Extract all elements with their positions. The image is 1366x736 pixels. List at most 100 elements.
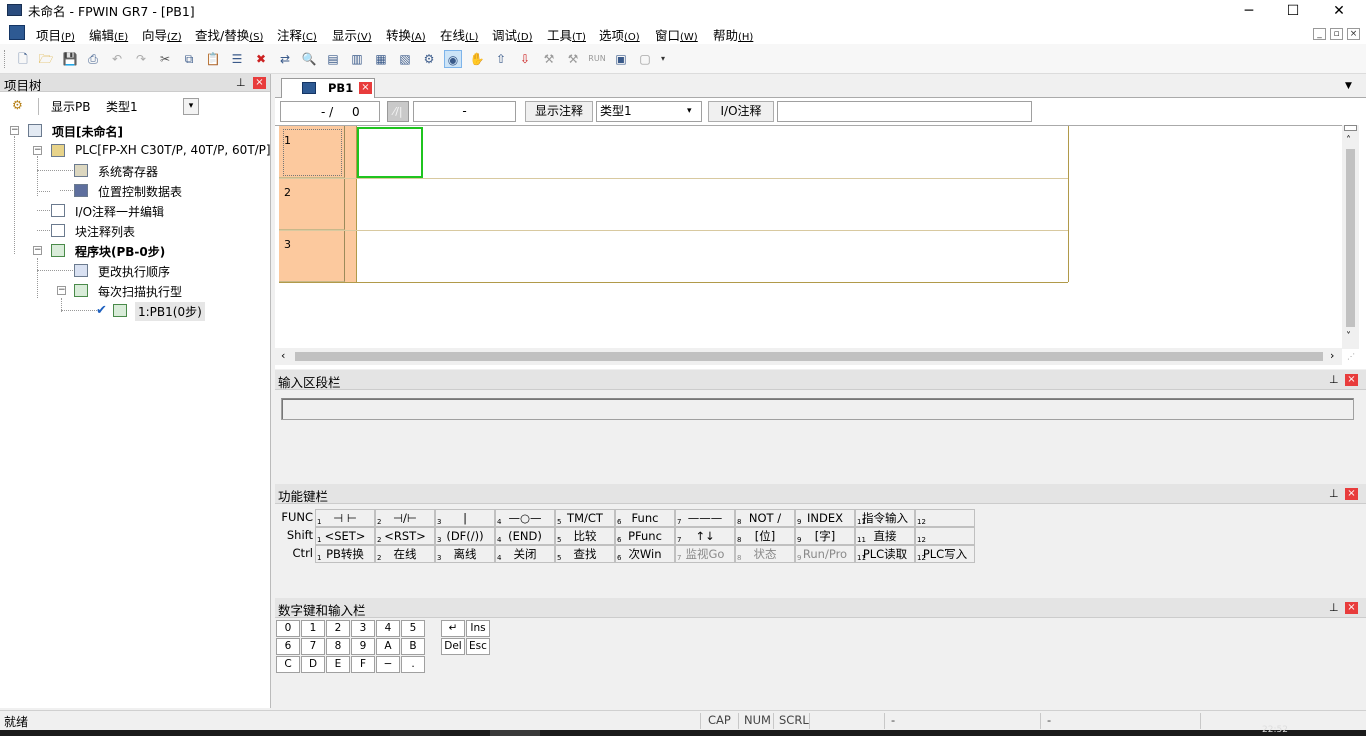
numeric-key[interactable]: 5 xyxy=(401,620,425,637)
close-icon[interactable]: × xyxy=(253,77,266,89)
function-key[interactable]: 12 xyxy=(915,527,975,545)
menu-find-replace[interactable]: 查找/替换(S) xyxy=(195,25,263,44)
tree-node-system-register[interactable]: 系统寄存器 xyxy=(98,163,158,180)
toolbar-overflow-icon[interactable]: ▾ xyxy=(658,50,668,68)
menu-edit[interactable]: 编辑(E) xyxy=(89,25,128,44)
function-key[interactable]: 4 关闭 xyxy=(495,545,555,563)
function-key[interactable]: 8 NOT / xyxy=(735,509,795,527)
screen-icon[interactable]: ▢ xyxy=(636,50,654,68)
menu-tools[interactable]: 工具(T) xyxy=(547,25,586,44)
tree-node-program-block[interactable]: 程序块(PB-0步) xyxy=(75,243,165,260)
print-icon[interactable]: ⎙ xyxy=(84,50,102,68)
redo-icon[interactable]: ↷ xyxy=(132,50,150,68)
close-icon[interactable]: × xyxy=(1345,602,1358,614)
vertical-scrollbar[interactable]: ˄ ˅ xyxy=(1342,125,1359,349)
document-icon[interactable] xyxy=(9,25,25,40)
tree-node-pb1[interactable]: 1:PB1(0步) xyxy=(135,302,205,321)
menu-project[interactable]: 项目(P) xyxy=(36,25,75,44)
delete-row-icon[interactable]: ✖ xyxy=(252,50,270,68)
run-icon[interactable]: RUN xyxy=(588,50,606,68)
menu-online[interactable]: 在线(L) xyxy=(440,25,478,44)
ladder-canvas[interactable]: 1 2 3 xyxy=(275,125,1342,349)
function-key[interactable]: 11 直接 xyxy=(855,527,915,545)
tab-dropdown-icon[interactable]: ▼ xyxy=(1345,81,1352,91)
function-key[interactable]: 9 [字] xyxy=(795,527,855,545)
function-key[interactable]: 9 Run/Pro xyxy=(795,545,855,563)
close-icon[interactable]: × xyxy=(1345,488,1358,500)
open-folder-icon[interactable]: 🗁 xyxy=(37,50,55,68)
tab-close-icon[interactable]: × xyxy=(359,82,372,94)
scroll-right-icon[interactable]: › xyxy=(1330,349,1334,362)
function-key[interactable]: 6 PFunc xyxy=(615,527,675,545)
tree-type-dropdown-icon[interactable]: ▾ xyxy=(183,98,199,115)
numeric-key[interactable]: 0 xyxy=(276,620,300,637)
pin-icon[interactable]: ⊥ xyxy=(236,76,246,89)
new-file-icon[interactable]: 🗋 xyxy=(14,50,32,68)
comment-icon[interactable]: ▤ xyxy=(324,50,342,68)
function-key[interactable]: 2 在线 xyxy=(375,545,435,563)
edit-key[interactable]: ↵ xyxy=(441,620,465,637)
collapse-program-icon[interactable]: − xyxy=(33,246,42,255)
minimize-button[interactable]: ─ xyxy=(1226,0,1272,22)
function-key[interactable]: 11 PLC读取 xyxy=(855,545,915,563)
row-number-2[interactable]: 2 xyxy=(279,178,345,230)
menu-help[interactable]: 帮助(H) xyxy=(713,25,753,44)
undo-icon[interactable]: ↶ xyxy=(108,50,126,68)
edit-key[interactable]: Esc xyxy=(466,638,490,655)
edit-key[interactable]: Ins xyxy=(466,620,490,637)
numeric-key[interactable]: 6 xyxy=(276,638,300,655)
ladder-mode-icon[interactable]: ⁄/| xyxy=(387,101,409,122)
function-key[interactable]: 8 [位] xyxy=(735,527,795,545)
menu-wizard[interactable]: 向导(Z) xyxy=(142,25,182,44)
upload-icon[interactable]: ⇧ xyxy=(492,50,510,68)
tree-node-every-scan[interactable]: 每次扫描执行型 xyxy=(98,283,182,300)
scroll-up-icon[interactable]: ˄ xyxy=(1346,135,1351,146)
paste-icon[interactable]: 📋 xyxy=(204,50,222,68)
cut-icon[interactable]: ✂ xyxy=(156,50,174,68)
maximize-button[interactable]: ☐ xyxy=(1270,0,1316,22)
copy-icon[interactable]: ⧉ xyxy=(180,50,198,68)
row-number-3[interactable]: 3 xyxy=(279,230,345,282)
function-key[interactable]: 7 监视Go xyxy=(675,545,735,563)
function-key[interactable]: 5 查找 xyxy=(555,545,615,563)
function-key[interactable]: 2 <RST> xyxy=(375,527,435,545)
function-key[interactable]: 6 Func xyxy=(615,509,675,527)
numeric-key[interactable]: 7 xyxy=(301,638,325,655)
comment-type-select[interactable]: 类型1 ▾ xyxy=(596,101,702,122)
edit-key[interactable]: Del xyxy=(441,638,465,655)
function-key[interactable]: 1 ⊣ ⊢ xyxy=(315,509,375,527)
function-key[interactable]: 6 次Win xyxy=(615,545,675,563)
function-key[interactable]: 11 指令输入 xyxy=(855,509,915,527)
tree-node-io-comment[interactable]: I/O注释一并编辑 xyxy=(75,203,164,220)
menu-options[interactable]: 选项(O) xyxy=(599,25,640,44)
mdi-close-button[interactable]: × xyxy=(1347,28,1360,40)
resize-grip[interactable]: ⋰ xyxy=(1347,352,1355,361)
tab-pb1[interactable]: PB1 × xyxy=(281,78,375,98)
pin-icon[interactable]: ⊥ xyxy=(1329,373,1339,386)
tree-node-plc[interactable]: PLC[FP-XH C30T/P, 40T/P, 60T/P] xyxy=(75,143,271,157)
insert-row-icon[interactable]: ☰ xyxy=(228,50,246,68)
download-icon[interactable]: ⇩ xyxy=(516,50,534,68)
tree-node-position-control[interactable]: 位置控制数据表 xyxy=(98,183,182,200)
numeric-key[interactable]: 8 xyxy=(326,638,350,655)
numeric-key[interactable]: − xyxy=(376,656,400,673)
tool2-icon[interactable]: ⚒ xyxy=(564,50,582,68)
show-comment-button[interactable]: 显示注释 xyxy=(525,101,593,122)
block-icon[interactable]: ▧ xyxy=(396,50,414,68)
close-button[interactable]: ✕ xyxy=(1316,0,1362,22)
menu-convert[interactable]: 转换(A) xyxy=(386,25,426,44)
tree-type-label[interactable]: 类型1 xyxy=(106,98,138,115)
function-key[interactable]: 7 ↑↓ xyxy=(675,527,735,545)
menu-view[interactable]: 显示(V) xyxy=(332,25,372,44)
menu-debug[interactable]: 调试(D) xyxy=(492,25,533,44)
function-key[interactable]: 3 | xyxy=(435,509,495,527)
numeric-key[interactable]: 9 xyxy=(351,638,375,655)
tree-node-project[interactable]: 项目[未命名] xyxy=(52,123,123,140)
tree-node-block-comment[interactable]: 块注释列表 xyxy=(75,223,135,240)
io-comment-field[interactable] xyxy=(777,101,1032,122)
numeric-key[interactable]: A xyxy=(376,638,400,655)
function-key[interactable]: 4 (END) xyxy=(495,527,555,545)
numeric-key[interactable]: 4 xyxy=(376,620,400,637)
numeric-key[interactable]: E xyxy=(326,656,350,673)
mdi-restore-button[interactable]: ▫ xyxy=(1330,28,1343,40)
